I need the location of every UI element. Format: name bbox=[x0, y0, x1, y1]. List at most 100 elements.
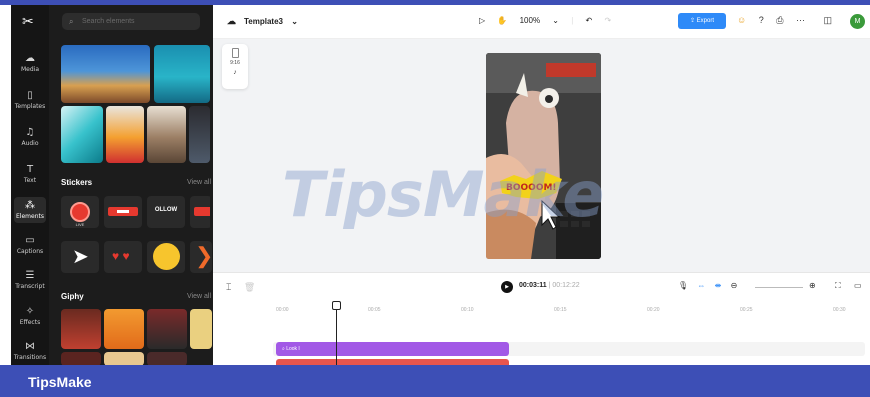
photo-thumbnail[interactable] bbox=[61, 106, 103, 163]
giphy-thumbnail[interactable] bbox=[104, 352, 144, 365]
more-icon[interactable]: ··· bbox=[796, 15, 805, 25]
photo-thumbnail[interactable] bbox=[154, 45, 210, 103]
rail-item-label: Captions bbox=[16, 248, 44, 255]
redo-icon[interactable]: ↷ bbox=[604, 16, 611, 25]
fullscreen-icon[interactable]: ⛶ bbox=[835, 281, 841, 291]
sticker-item[interactable]: LIVE bbox=[61, 196, 99, 228]
ruler-tick: 00:00 bbox=[276, 307, 289, 313]
tiktok-icon: ♪ bbox=[233, 69, 237, 76]
sticker-item[interactable]: ❯ bbox=[190, 241, 212, 273]
separator: | bbox=[571, 16, 574, 25]
zoom-value: 100% bbox=[519, 16, 541, 25]
sticker-item[interactable]: OLLOW bbox=[147, 196, 185, 228]
split-icon[interactable]: ⌶ bbox=[226, 282, 231, 292]
rail-item-effects[interactable]: ✧ Effects bbox=[11, 306, 49, 326]
zoom-in-icon[interactable]: ⊕ bbox=[809, 281, 816, 290]
playhead-handle[interactable] bbox=[332, 301, 341, 310]
hand-tool-icon[interactable]: ✋ bbox=[497, 16, 507, 25]
comment-icon[interactable]: ▭ bbox=[854, 281, 862, 290]
sticker-item[interactable] bbox=[147, 241, 185, 273]
ruler-tick: 00:15 bbox=[554, 307, 567, 313]
timeline-tools: ⌶ 🗑 bbox=[226, 282, 255, 293]
rail-item-label: Text bbox=[23, 177, 37, 184]
stickers-view-all-link[interactable]: View all bbox=[187, 179, 211, 186]
sticker-follow-label: OLLOW bbox=[154, 207, 178, 213]
help-icon[interactable]: ? bbox=[759, 15, 764, 25]
search-placeholder: Search elements bbox=[82, 18, 135, 25]
text-clip[interactable]: ⌕ Look I bbox=[276, 342, 509, 356]
rail-item-media[interactable]: ☁ Media bbox=[11, 53, 49, 73]
timeline-panel: ⌶ 🗑 ▶ 00:03:11 | 00:12:22 🎙 ⇔ ⇼ ⊖ ⊕ ⛶ ▭ … bbox=[213, 272, 870, 366]
text-icon: T bbox=[26, 164, 34, 175]
rail-item-text[interactable]: T Text bbox=[11, 164, 49, 184]
effects-icon: ✧ bbox=[25, 306, 35, 317]
zoom-dropdown[interactable]: 100% ⌄ bbox=[520, 16, 559, 25]
cloud-icon: ☁ bbox=[25, 53, 35, 64]
ratio-label: 9:16 bbox=[230, 60, 240, 66]
link-icon[interactable]: ⇔ bbox=[697, 281, 705, 290]
chevron-down-icon: ⌄ bbox=[291, 17, 298, 26]
play-icon: ▶ bbox=[505, 284, 509, 290]
phone-ratio-icon bbox=[231, 48, 239, 58]
avatar[interactable]: M bbox=[850, 14, 865, 29]
microphone-icon[interactable]: 🎙 bbox=[678, 281, 688, 290]
rail-item-transitions[interactable]: ⋈ Transitions bbox=[11, 341, 49, 361]
stickers-title: Stickers bbox=[61, 178, 93, 187]
rail-item-elements[interactable]: ⁂ Elements bbox=[14, 197, 46, 223]
giphy-view-all-link[interactable]: View all bbox=[187, 293, 211, 300]
aspect-ratio-card[interactable]: 9:16 ♪ bbox=[222, 44, 248, 89]
pro-badge-icon[interactable]: ☺ bbox=[737, 15, 746, 25]
current-time: 00:03:11 bbox=[519, 282, 547, 289]
play-button[interactable]: ▶ bbox=[501, 281, 513, 293]
search-input[interactable]: ⌕ Search elements bbox=[62, 13, 200, 30]
delete-icon[interactable]: 🗑 bbox=[244, 282, 255, 292]
cloud-sync-icon: ☁ bbox=[227, 16, 236, 26]
clip-label: Look I bbox=[286, 346, 300, 352]
elements-panel: ⌕ Search elements Stickers View all LIVE… bbox=[49, 5, 213, 365]
giphy-thumbnail[interactable] bbox=[190, 309, 212, 349]
emoji-sticker-icon bbox=[153, 243, 180, 270]
watermark-text: TipsMake bbox=[282, 158, 604, 231]
rail-item-label: Effects bbox=[19, 319, 41, 326]
rail-item-transcript[interactable]: ☰ Transcript bbox=[11, 270, 49, 290]
sticker-item[interactable] bbox=[104, 196, 142, 228]
sticker-item[interactable] bbox=[190, 196, 212, 228]
sticker-item[interactable]: ♥ ♥ bbox=[104, 241, 142, 273]
giphy-thumbnail[interactable] bbox=[61, 309, 101, 349]
magnet-icon[interactable]: ⇼ bbox=[715, 281, 722, 290]
undo-icon[interactable]: ↶ bbox=[586, 16, 593, 25]
zoom-out-icon[interactable]: ⊖ bbox=[731, 281, 738, 290]
toolbar-right: ☺ ? ⎙ ··· ◫ bbox=[737, 15, 842, 26]
giphy-thumbnail[interactable] bbox=[104, 309, 144, 349]
playhead-line[interactable] bbox=[336, 303, 337, 366]
photo-thumbnail[interactable] bbox=[61, 45, 150, 103]
sticker-live-label: LIVE bbox=[75, 222, 85, 227]
photo-thumbnail[interactable] bbox=[106, 106, 144, 163]
photo-thumbnail[interactable] bbox=[189, 106, 210, 163]
rail-item-label: Transitions bbox=[13, 354, 47, 361]
capcut-logo[interactable]: ✂ bbox=[22, 14, 34, 30]
export-button[interactable]: ⇪ Export bbox=[678, 13, 726, 29]
rail-item-label: Elements bbox=[16, 213, 44, 220]
templates-icon: ▯ bbox=[27, 90, 33, 101]
export-icon: ⇪ bbox=[689, 18, 697, 24]
giphy-thumbnail[interactable] bbox=[147, 352, 187, 365]
layout-icon[interactable]: ◫ bbox=[823, 15, 832, 25]
sticker-item[interactable]: ➤ bbox=[61, 241, 99, 273]
project-name-dropdown[interactable]: ☁ Template3 ⌄ bbox=[227, 16, 298, 27]
rail-item-label: Media bbox=[20, 66, 40, 73]
search-icon: ⌕ bbox=[69, 17, 74, 26]
giphy-thumbnail[interactable] bbox=[61, 352, 101, 365]
rail-item-audio[interactable]: ♫ Audio bbox=[11, 127, 49, 147]
rail-item-label: Templates bbox=[14, 103, 46, 110]
print-icon[interactable]: ⎙ bbox=[776, 15, 783, 25]
select-tool-icon[interactable]: ▷ bbox=[479, 16, 485, 25]
rail-item-templates[interactable]: ▯ Templates bbox=[11, 90, 49, 110]
zoom-slider[interactable] bbox=[755, 287, 803, 288]
rail-item-captions[interactable]: ▭ Captions bbox=[11, 235, 49, 255]
timeline-controls: 🎙 ⇔ ⇼ ⊖ bbox=[678, 281, 744, 290]
giphy-title: Giphy bbox=[61, 292, 84, 301]
export-label: Export bbox=[696, 18, 715, 24]
giphy-thumbnail[interactable] bbox=[147, 309, 187, 349]
photo-thumbnail[interactable] bbox=[147, 106, 186, 163]
